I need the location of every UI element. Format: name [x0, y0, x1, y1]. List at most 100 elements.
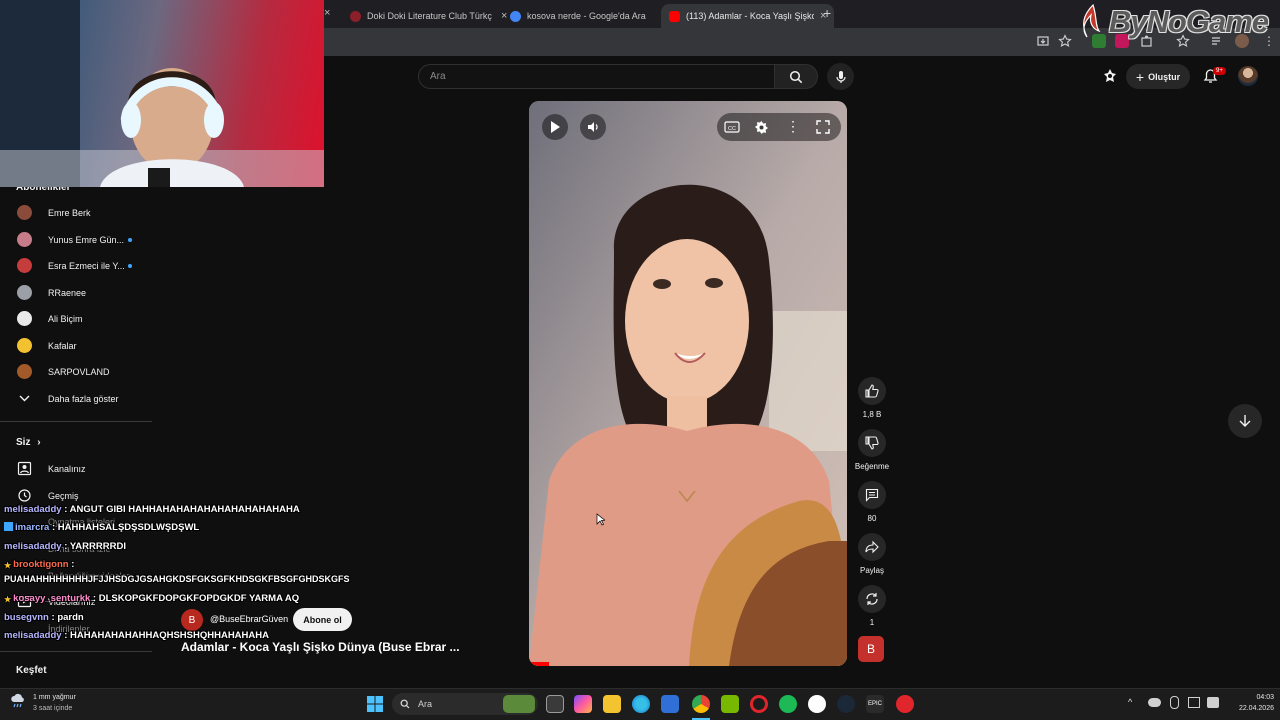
more-options-icon[interactable]: ⋮: [786, 118, 800, 135]
like-button[interactable]: [858, 377, 886, 405]
chat-text: HAHAHAHAHAHHAQHSHSHQHHAHAHAHA: [70, 630, 269, 641]
chevron-right-icon: ›: [37, 437, 41, 448]
fullscreen-icon: [816, 120, 830, 134]
tab-youtube-active[interactable]: (113) Adamlar - Koca Yaşlı Şişko ×: [661, 4, 835, 28]
search-input[interactable]: Ara: [418, 64, 775, 89]
chat-separator: :: [61, 541, 70, 552]
chat-separator: :: [90, 593, 99, 604]
chrome-icon[interactable]: [692, 695, 710, 713]
chat-username: imarcra: [15, 522, 50, 533]
sidebar-channel-sarpovland[interactable]: SARPOVLAND: [0, 359, 152, 385]
chat-text: YARRRRRDI: [69, 541, 126, 552]
chat-text: DLSKOPGKFDOPGKFOPDGKDF YARMA AQ: [98, 593, 300, 604]
create-label: Oluştur: [1148, 71, 1181, 82]
channel-avatar[interactable]: B: [181, 609, 203, 631]
remix-button[interactable]: [858, 585, 886, 613]
sidebar-item-your-channel[interactable]: Kanalınız: [0, 456, 152, 482]
account-avatar[interactable]: [1238, 66, 1258, 86]
tab-title: kosova nerde - Google'da Ara: [527, 11, 646, 21]
opera-gx-icon[interactable]: [750, 695, 768, 713]
epic-games-icon[interactable]: EPIC: [866, 695, 884, 713]
sidebar-channel-emre-berk[interactable]: Emre Berk: [0, 200, 152, 226]
channel-icon: [17, 461, 32, 476]
weather-desc: 3 saat içinde: [33, 705, 73, 712]
chat-username: busegvnn: [4, 612, 49, 623]
notification-count-badge: 9+: [1213, 67, 1226, 75]
comments-button[interactable]: [858, 481, 886, 509]
sidebar-divider: [0, 651, 152, 652]
chat-message: melisadaddy : HAHAHAHAHAHHAQHSHSHQHHAHAH…: [4, 630, 269, 641]
tab-doki-doki[interactable]: Doki Doki Literature Club Türkç ×: [342, 4, 515, 28]
video-title[interactable]: Adamlar - Koca Yaşlı Şişko Dünya (Buse E…: [181, 640, 481, 654]
explore-heading[interactable]: Keşfet: [16, 665, 47, 676]
chat-text: HAHHAHSALŞDŞSDLWŞDŞWL: [57, 522, 200, 533]
gemini-sparkle-button[interactable]: [1102, 68, 1118, 84]
weather-widget[interactable]: [10, 693, 26, 709]
share-button[interactable]: [858, 533, 886, 561]
next-video-button[interactable]: [1228, 404, 1262, 438]
chat-username: melisadaddy: [4, 630, 62, 641]
voice-search-button[interactable]: [827, 63, 854, 90]
chat-message: ★ brooktigonn :: [4, 559, 74, 570]
windows-logo-icon: [367, 696, 383, 712]
start-button[interactable]: [367, 696, 383, 712]
create-button[interactable]: + Oluştur: [1126, 64, 1190, 89]
steam-icon[interactable]: [837, 695, 855, 713]
sidebar-channel-ali-bicim[interactable]: Ali Biçim: [0, 306, 152, 332]
like-count: 1,8 B: [862, 410, 882, 419]
sidebar-channel-esra-ezmeci[interactable]: Esra Ezmeci ile Y...: [0, 253, 152, 279]
nvidia-icon[interactable]: [721, 695, 739, 713]
search-highlight-image: [503, 695, 535, 713]
fullscreen-button[interactable]: [816, 120, 830, 134]
dislike-label: Beğenme: [854, 462, 890, 471]
new-content-dot: [128, 264, 132, 268]
search-button[interactable]: [774, 64, 818, 89]
obs-icon[interactable]: [808, 695, 826, 713]
file-explorer-icon[interactable]: [603, 695, 621, 713]
sidebar-channel-kafalar[interactable]: Kafalar: [0, 333, 152, 359]
play-button[interactable]: [542, 114, 568, 140]
subscribe-button[interactable]: Abone ol: [293, 608, 352, 631]
chat-text: pardn: [57, 612, 84, 623]
captions-button[interactable]: CC: [724, 120, 740, 134]
onedrive-icon[interactable]: [1148, 698, 1161, 707]
tab-close-icon[interactable]: ×: [324, 7, 330, 19]
chat-separator: :: [61, 630, 71, 641]
chat-star-badge-icon: ★: [4, 561, 12, 570]
volume-button[interactable]: [580, 114, 606, 140]
edge-browser-icon[interactable]: [632, 695, 650, 713]
new-content-dot: [128, 238, 132, 242]
spotify-icon[interactable]: [779, 695, 797, 713]
chat-star-badge-icon: ★: [4, 595, 12, 604]
sidebar-channel-yunus-emre[interactable]: Yunus Emre Gün...: [0, 227, 152, 253]
new-tab-button[interactable]: +: [823, 5, 831, 21]
clock-time[interactable]: 04:03: [1234, 694, 1274, 701]
settings-button[interactable]: [754, 120, 769, 135]
copilot-icon[interactable]: [574, 695, 592, 713]
volume-tray-icon[interactable]: [1207, 697, 1219, 708]
microphone-tray-icon[interactable]: [1170, 696, 1179, 709]
channel-avatar-icon: [17, 258, 32, 273]
valorant-icon[interactable]: [896, 695, 914, 713]
you-heading[interactable]: Siz ›: [16, 437, 41, 448]
sidebar-show-more[interactable]: Daha fazla göster: [0, 386, 152, 412]
install-app-icon[interactable]: [1036, 34, 1050, 48]
task-view-icon[interactable]: [546, 695, 564, 713]
chat-username: kosayy_senturkk: [13, 593, 91, 604]
clock-date[interactable]: 22.04.2026: [1228, 705, 1274, 712]
store-icon[interactable]: [661, 695, 679, 713]
channel-thumbnail-button[interactable]: B: [858, 636, 884, 662]
sidebar-channel-rraenee[interactable]: RRaenee: [0, 280, 152, 306]
bookmark-star-icon[interactable]: [1058, 34, 1072, 48]
channel-name: Ali Biçim: [48, 314, 83, 324]
tray-chevron-up-icon[interactable]: ^: [1128, 697, 1132, 707]
search-icon: [400, 699, 410, 709]
dislike-button[interactable]: [858, 429, 886, 457]
shorts-video-player[interactable]: [529, 101, 847, 666]
tab-google-search[interactable]: kosova nerde - Google'da Ara ×: [502, 4, 675, 28]
channel-handle[interactable]: @BuseEbrarGüven: [210, 614, 288, 624]
network-icon[interactable]: [1188, 697, 1200, 708]
google-icon: [510, 10, 521, 22]
chat-username: melisadaddy: [4, 541, 62, 552]
share-icon: [865, 540, 879, 554]
